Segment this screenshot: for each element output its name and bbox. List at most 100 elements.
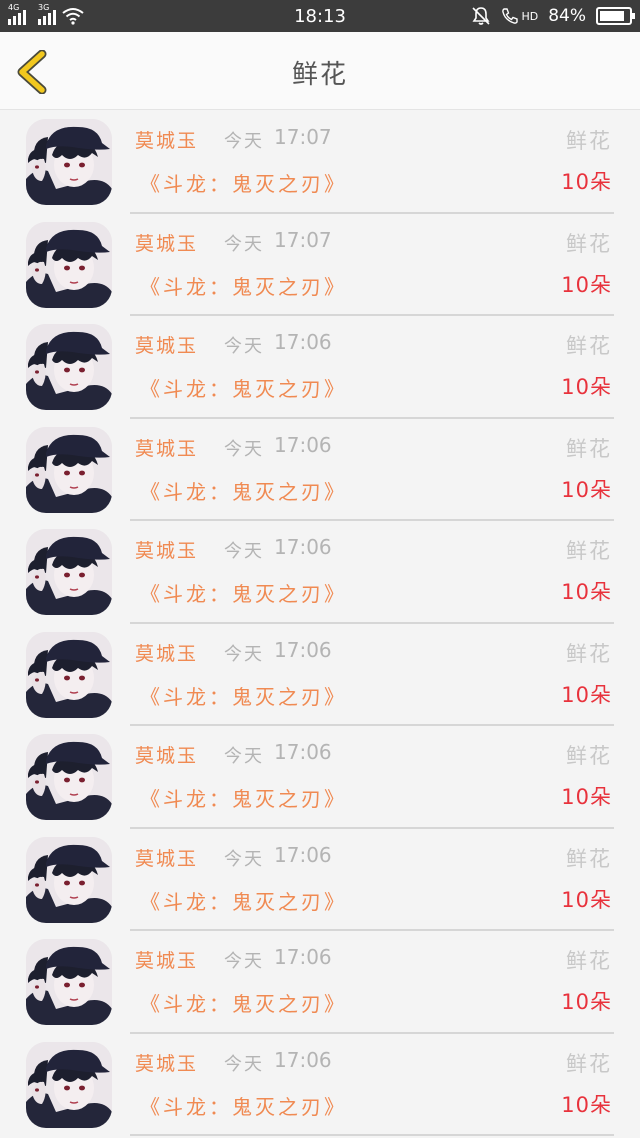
status-bar: 4G 3G 18:13 HD 84% (0, 0, 640, 32)
list-item[interactable]: 莫城玉 今天 17:06 鲜花 《斗龙：鬼灭之刃》 10朵 (0, 624, 640, 726)
record-day: 今天 (224, 336, 264, 357)
book-title[interactable]: 《斗龙：鬼灭之刃》 (140, 168, 347, 197)
record-day: 今天 (224, 1053, 264, 1075)
record-day: 今天 (224, 848, 264, 870)
gift-amount: 10朵 (561, 887, 612, 912)
gift-amount: 10朵 (561, 990, 612, 1014)
signal-icon: 4G (8, 3, 26, 25)
record-day: 今天 (224, 643, 264, 665)
avatar[interactable] (26, 324, 112, 410)
list-item[interactable]: 莫城玉 今天 17:06 鲜花 《斗龙：鬼灭之刃》 10朵 (0, 419, 640, 521)
book-title[interactable]: 《斗龙：鬼灭之刃》 (140, 681, 347, 710)
sender-name: 莫城玉 (135, 130, 199, 152)
avatar[interactable] (26, 529, 112, 615)
record-time: 17:06 (274, 842, 332, 867)
gift-type: 鲜花 (566, 641, 612, 666)
book-title[interactable]: 《斗龙：鬼灭之刃》 (140, 476, 347, 505)
avatar[interactable] (26, 734, 112, 820)
book-title[interactable]: 《斗龙：鬼灭之刃》 (140, 783, 347, 812)
book-title[interactable]: 《斗龙：鬼灭之刃》 (140, 988, 347, 1017)
battery-fill (600, 11, 624, 21)
gift-amount: 10朵 (561, 785, 612, 809)
gift-amount: 10朵 (561, 580, 612, 604)
sender-name: 莫城玉 (135, 950, 199, 972)
record-day: 今天 (224, 131, 264, 152)
wifi-icon (62, 8, 84, 25)
avatar[interactable] (26, 221, 112, 308)
record-day: 今天 (224, 233, 264, 255)
bell-off-icon (472, 7, 491, 25)
gift-type: 鲜花 (566, 539, 612, 563)
list-item[interactable]: 莫城玉 今天 17:06 鲜花 《斗龙：鬼灭之刃》 10朵 (0, 931, 640, 1034)
gift-amount: 10朵 (561, 272, 612, 297)
record-time: 17:06 (274, 432, 332, 457)
gift-amount: 10朵 (561, 682, 612, 707)
book-title[interactable]: 《斗龙：鬼灭之刃》 (140, 578, 347, 607)
avatar[interactable] (26, 939, 112, 1025)
record-time: 17:06 (274, 637, 332, 662)
gift-type: 鲜花 (566, 436, 612, 461)
hd-label: HD (521, 9, 539, 23)
avatar-image (26, 426, 112, 513)
status-right: HD 84% (471, 6, 635, 26)
avatar-image (26, 1041, 112, 1128)
avatar-image (26, 324, 112, 410)
gift-type: 鲜花 (566, 129, 612, 153)
avatar-image (26, 529, 112, 615)
record-time: 17:07 (274, 125, 332, 149)
avatar[interactable] (26, 631, 112, 718)
gift-type: 鲜花 (566, 1051, 612, 1076)
gift-type: 鲜花 (566, 744, 612, 768)
divider (130, 1134, 614, 1136)
record-day: 今天 (224, 951, 264, 972)
avatar[interactable] (26, 426, 112, 513)
list-item[interactable]: 莫城玉 今天 17:06 鲜花 《斗龙：鬼灭之刃》 10朵 (0, 829, 640, 931)
phone-icon (502, 8, 519, 24)
page-title: 鲜花 (291, 60, 348, 90)
sender-name: 莫城玉 (135, 642, 199, 665)
avatar[interactable] (26, 119, 112, 205)
record-day: 今天 (224, 541, 264, 562)
record-time: 17:06 (274, 945, 332, 969)
network-type-1: 4G (8, 3, 20, 12)
sender-name: 莫城玉 (135, 335, 199, 357)
sender-name: 莫城玉 (135, 232, 199, 255)
record-time: 17:06 (274, 330, 332, 354)
battery-percent: 84% (548, 6, 586, 26)
record-time: 17:06 (274, 535, 332, 559)
record-time: 17:06 (274, 1047, 332, 1072)
avatar-image (26, 631, 112, 718)
gift-amount: 10朵 (561, 477, 612, 502)
list-item[interactable]: 莫城玉 今天 17:06 鲜花 《斗龙：鬼灭之刃》 10朵 (0, 726, 640, 829)
gift-type: 鲜花 (566, 334, 612, 358)
nav-bar: 鲜花 (0, 32, 640, 110)
avatar[interactable] (26, 1041, 112, 1128)
book-title[interactable]: 《斗龙：鬼灭之刃》 (140, 886, 347, 915)
gift-amount: 10朵 (561, 375, 612, 399)
list-item[interactable]: 莫城玉 今天 17:07 鲜花 《斗龙：鬼灭之刃》 10朵 (0, 214, 640, 316)
gift-type: 鲜花 (566, 949, 612, 973)
gift-record-list: 莫城玉 今天 17:07 鲜花 《斗龙：鬼灭之刃》 10朵 莫城玉 今天 17:… (0, 111, 640, 1136)
network-type-2: 3G (38, 3, 50, 12)
list-item[interactable]: 莫城玉 今天 17:06 鲜花 《斗龙：鬼灭之刃》 10朵 (0, 521, 640, 624)
gift-type: 鲜花 (566, 846, 612, 871)
list-item[interactable]: 莫城玉 今天 17:06 鲜花 《斗龙：鬼灭之刃》 10朵 (0, 316, 640, 419)
gift-type: 鲜花 (566, 231, 612, 256)
sender-name: 莫城玉 (135, 540, 199, 562)
avatar-image (26, 939, 112, 1025)
sender-name: 莫城玉 (135, 745, 199, 767)
book-title[interactable]: 《斗龙：鬼灭之刃》 (140, 271, 347, 300)
book-title[interactable]: 《斗龙：鬼灭之刃》 (140, 1091, 347, 1120)
hd-call-indicator: HD (501, 7, 538, 25)
avatar[interactable] (26, 836, 112, 923)
avatar-image (26, 734, 112, 820)
record-time: 17:07 (274, 227, 332, 252)
signal-icon-2: 3G (38, 3, 56, 25)
list-item[interactable]: 莫城玉 今天 17:07 鲜花 《斗龙：鬼灭之刃》 10朵 (0, 111, 640, 214)
status-left: 4G 3G (8, 3, 84, 25)
avatar-image (26, 119, 112, 205)
avatar-image (26, 836, 112, 923)
book-title[interactable]: 《斗龙：鬼灭之刃》 (140, 373, 347, 402)
gift-amount: 10朵 (561, 1092, 612, 1117)
list-item[interactable]: 莫城玉 今天 17:06 鲜花 《斗龙：鬼灭之刃》 10朵 (0, 1034, 640, 1136)
